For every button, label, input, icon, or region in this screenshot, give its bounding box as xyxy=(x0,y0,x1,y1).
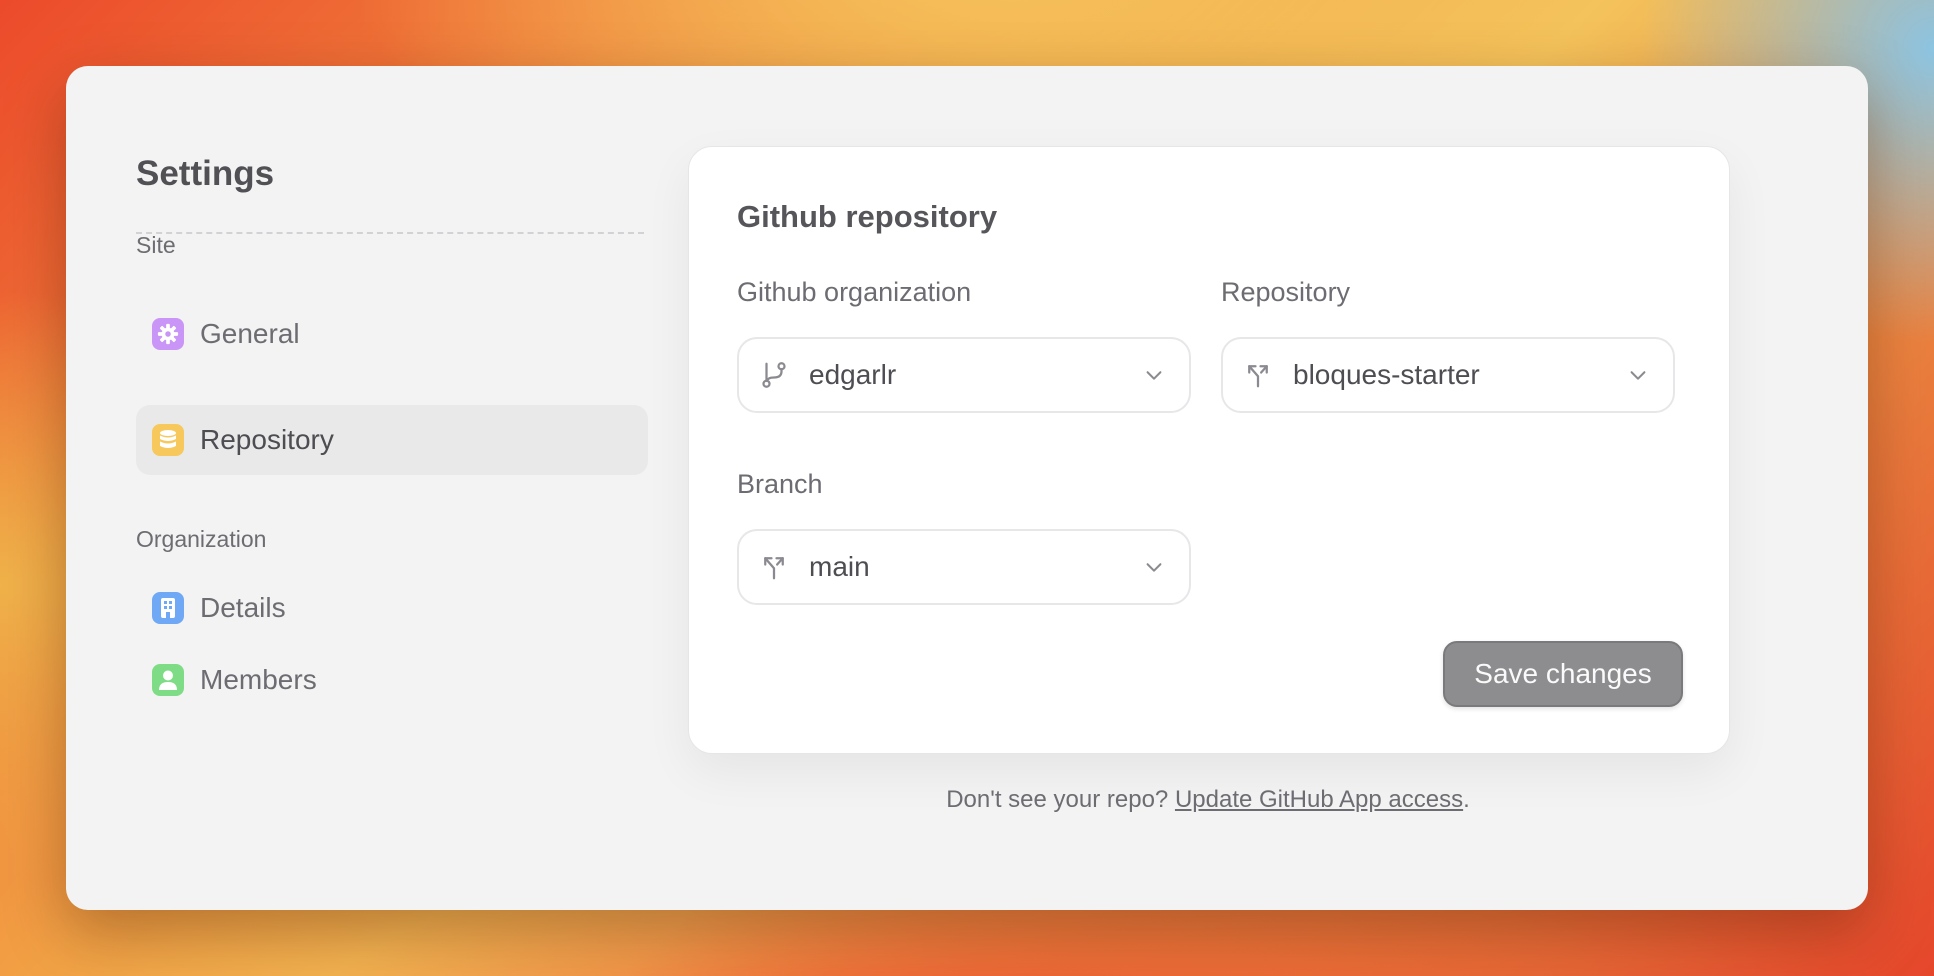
card-title: Github repository xyxy=(737,199,998,234)
section-label-site: Site xyxy=(136,232,176,258)
sidebar-item-general[interactable]: General xyxy=(136,299,648,369)
section-label-organization: Organization xyxy=(136,526,267,552)
chevron-down-icon xyxy=(1627,363,1651,387)
chevron-down-icon xyxy=(1143,363,1167,387)
sidebar-item-members[interactable]: Members xyxy=(136,645,648,715)
branch-select[interactable]: main xyxy=(737,529,1191,605)
settings-window: Settings Site General Repository Organiz… xyxy=(66,66,1868,910)
organization-label: Github organization xyxy=(737,277,972,307)
github-repository-card: Github repository Github organization ed… xyxy=(688,146,1730,754)
database-icon xyxy=(152,424,184,456)
chevron-down-icon xyxy=(1143,555,1167,579)
git-fork-icon xyxy=(759,551,791,583)
git-branch-icon xyxy=(759,359,791,391)
organization-select[interactable]: edgarlr xyxy=(737,337,1191,413)
repository-value: bloques-starter xyxy=(1293,359,1480,390)
branch-label: Branch xyxy=(737,469,823,499)
update-github-app-access-link[interactable]: Update GitHub App access xyxy=(1175,786,1463,813)
repository-select[interactable]: bloques-starter xyxy=(1221,337,1675,413)
save-changes-button[interactable]: Save changes xyxy=(1443,641,1683,707)
sidebar-item-repository[interactable]: Repository xyxy=(136,405,648,475)
building-icon xyxy=(152,592,184,624)
sidebar-item-label: Members xyxy=(200,664,317,695)
footer-prefix: Don't see your repo? xyxy=(946,786,1175,813)
footer-note: Don't see your repo? Update GitHub App a… xyxy=(688,786,1728,814)
repository-label: Repository xyxy=(1221,277,1351,307)
sidebar-item-label: Details xyxy=(200,592,286,623)
sidebar-item-label: Repository xyxy=(200,424,334,455)
sidebar-item-label: General xyxy=(200,318,300,349)
user-icon xyxy=(152,664,184,696)
branch-value: main xyxy=(809,551,870,582)
footer-suffix: . xyxy=(1463,786,1470,813)
organization-value: edgarlr xyxy=(809,359,897,390)
gear-icon xyxy=(152,318,184,350)
git-fork-icon xyxy=(1243,359,1275,391)
sidebar-title: Settings xyxy=(136,154,275,193)
sidebar-divider xyxy=(136,232,644,234)
sidebar-item-details[interactable]: Details xyxy=(136,573,648,643)
